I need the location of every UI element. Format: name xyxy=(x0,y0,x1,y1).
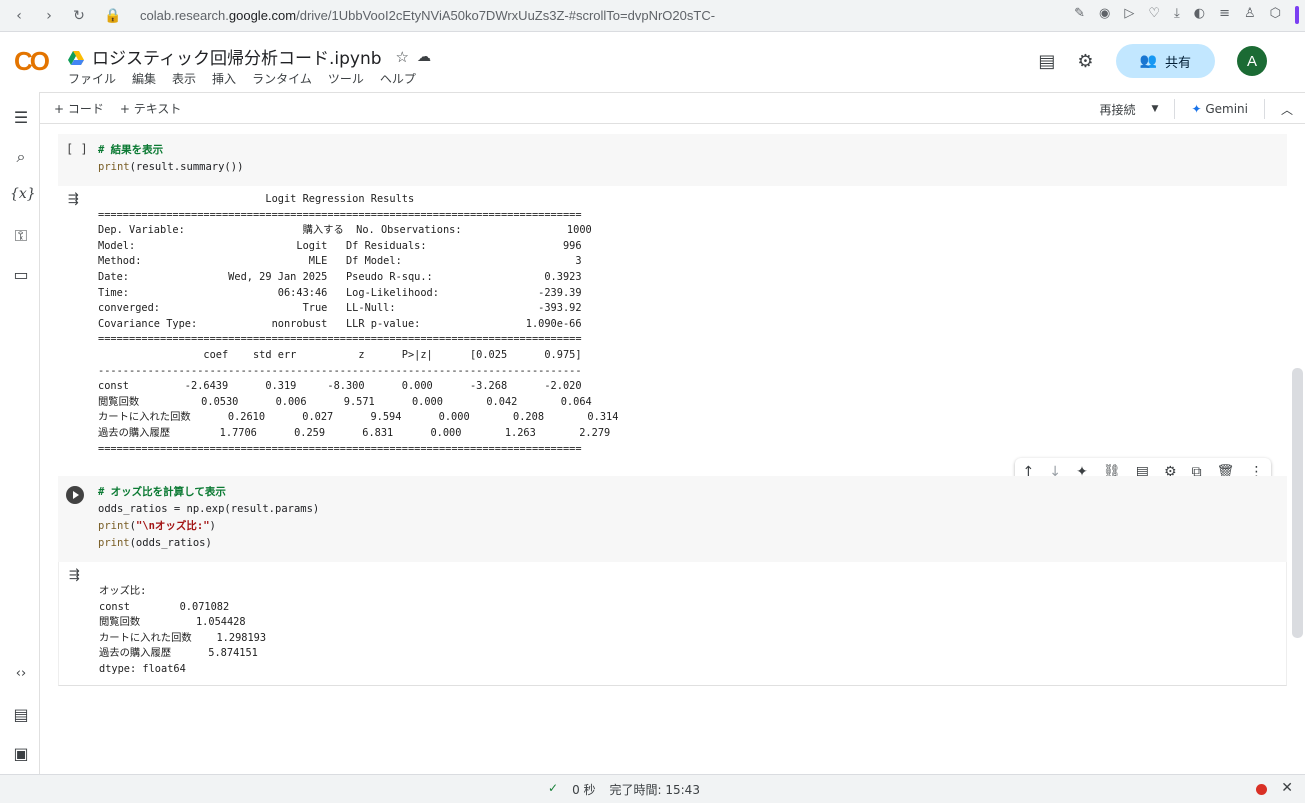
code-args: (odds_ratios) xyxy=(129,537,212,549)
code-editor[interactable]: # オッズ比を計算して表示 odds_ratios = np.exp(resul… xyxy=(98,484,319,552)
run-cell-button[interactable]: [ ] xyxy=(66,142,88,156)
back-icon[interactable]: ‹ xyxy=(8,8,30,24)
run-cell-button[interactable] xyxy=(66,486,84,504)
code-paren: ) xyxy=(209,520,216,532)
code-cell-2[interactable]: # オッズ比を計算して表示 odds_ratios = np.exp(resul… xyxy=(58,476,1287,562)
cloud-icon[interactable]: ☁ xyxy=(417,49,431,65)
code-fn: print xyxy=(98,537,130,549)
person-icon[interactable]: ♙ xyxy=(1244,6,1256,24)
heart-icon[interactable]: ♡ xyxy=(1148,6,1160,24)
menu-view[interactable]: 表示 xyxy=(172,70,196,87)
add-text-button[interactable]: + テキスト xyxy=(120,100,182,117)
gemini-label: Gemini xyxy=(1205,102,1248,116)
code-line: odds_ratios = np.exp(result.params) xyxy=(98,503,320,515)
command-palette-icon[interactable]: ▤ xyxy=(10,705,32,724)
comment-icon[interactable]: ▤ xyxy=(1038,51,1055,72)
list-icon[interactable]: ≡ xyxy=(1219,6,1230,24)
elapsed-time: 0 秒 xyxy=(572,783,596,797)
close-icon[interactable]: ✕ xyxy=(1281,780,1293,796)
settings-icon[interactable]: ⚙ xyxy=(1077,51,1093,72)
sparkle-icon: ✦ xyxy=(1191,102,1202,116)
forward-icon[interactable]: › xyxy=(38,8,60,24)
code-cell-1[interactable]: [ ] # 結果を表示 print(result.summary()) xyxy=(58,134,1287,186)
url-path: /drive/1UbbVooI2cEtyNViA50ko7DWrxUuZs3Z-… xyxy=(296,8,716,23)
code-string: "\nオッズ比:" xyxy=(135,520,210,532)
notebook-toolbar: + コード + テキスト 再接続 ▼ ✦ Gemini ︿ xyxy=(40,92,1305,124)
logo-text: CO xyxy=(14,46,50,76)
output-menu-icon[interactable]: ⇶ xyxy=(68,192,79,207)
camera-icon[interactable]: ◉ xyxy=(1099,6,1110,24)
sidebar-indicator xyxy=(1295,6,1299,24)
toolbar-left: + コード + テキスト xyxy=(54,100,181,117)
terminal-icon[interactable]: ▣ xyxy=(10,744,32,763)
colab-header: CO ロジスティック回帰分析コード.ipynb ☆ ☁ ファイル 編集 表示 挿… xyxy=(0,32,1305,92)
folder-icon[interactable]: ▭ xyxy=(10,265,32,284)
chevron-up-icon[interactable]: ︿ xyxy=(1281,101,1293,118)
code-line: print(odds_ratios) xyxy=(98,535,319,552)
output-area: ⇶ オッズ比: const 0.071082 閲覧回数 1.054428 カート… xyxy=(58,562,1287,686)
menu-tools[interactable]: ツール xyxy=(328,70,364,87)
execution-status: ✓ 0 秒 完了時間: 15:43 xyxy=(548,781,700,798)
variables-icon[interactable]: {x} xyxy=(10,186,36,202)
add-code-button[interactable]: + コード xyxy=(54,100,104,117)
toolbar-right: 再接続 ▼ ✦ Gemini ︿ xyxy=(1100,99,1293,119)
download-icon[interactable]: ⤓ xyxy=(1174,6,1180,24)
address-bar[interactable]: colab.research.google.com/drive/1UbbVooI… xyxy=(140,8,715,23)
share-button[interactable]: 👥 共有 xyxy=(1115,44,1215,78)
share-label: 共有 xyxy=(1164,55,1191,71)
reconnect-button[interactable]: 再接続 xyxy=(1100,101,1136,118)
colab-logo[interactable]: CO xyxy=(14,46,50,77)
cube-icon[interactable]: ⬡ xyxy=(1270,6,1281,24)
drive-icon[interactable] xyxy=(68,50,84,65)
output-menu-icon[interactable]: ⇶ xyxy=(69,568,80,583)
menu-edit[interactable]: 編集 xyxy=(132,70,156,87)
menu-file[interactable]: ファイル xyxy=(68,70,116,87)
scrollbar[interactable] xyxy=(1292,368,1303,638)
code-line: print("\nオッズ比:") xyxy=(98,518,319,535)
status-bar: ✓ 0 秒 完了時間: 15:43 ✕ xyxy=(0,774,1305,803)
toolbar-divider xyxy=(1263,99,1265,119)
gemini-button[interactable]: ✦ Gemini xyxy=(1191,102,1248,116)
code-fn: print xyxy=(98,520,130,532)
output-text: Logit Regression Results ===============… xyxy=(98,193,619,455)
notebook-title[interactable]: ロジスティック回帰分析コード.ipynb xyxy=(92,44,382,69)
browser-actions: ✎ ◉ ▷ ♡ ⤓ ◐ ≡ ♙ ⬡ xyxy=(1074,6,1299,24)
menu-insert[interactable]: 挿入 xyxy=(212,70,236,87)
reload-icon[interactable]: ↻ xyxy=(68,8,90,24)
toolbar-divider xyxy=(1174,99,1176,119)
code-comment: # 結果を表示 xyxy=(98,144,164,156)
menu-runtime[interactable]: ランタイム xyxy=(252,70,312,87)
url-prefix: colab.research. xyxy=(140,8,229,23)
check-icon: ✓ xyxy=(548,781,559,795)
code-args: (result.summary()) xyxy=(129,161,244,173)
avatar[interactable]: A xyxy=(1237,46,1267,76)
menu-help[interactable]: ヘルプ xyxy=(380,70,416,87)
star-icon[interactable]: ☆ xyxy=(396,48,409,66)
code-fn: print xyxy=(98,161,130,173)
toc-icon[interactable]: ☰ xyxy=(10,108,32,127)
code-line: print(result.summary()) xyxy=(98,159,243,176)
browser-toolbar: ‹ › ↻ 🔒 colab.research.google.com/drive/… xyxy=(0,0,1305,32)
site-info-icon[interactable]: 🔒 xyxy=(102,8,124,24)
menu-bar: ファイル 編集 表示 挿入 ランタイム ツール ヘルプ xyxy=(68,70,416,87)
header-actions: ▤ ⚙ 👥 共有 A xyxy=(1038,44,1267,78)
edit-icon[interactable]: ✎ xyxy=(1074,6,1085,24)
completed-time: 完了時間: 15:43 xyxy=(609,783,700,797)
url-domain: google.com xyxy=(228,8,297,23)
key-icon[interactable]: ⚿ xyxy=(10,226,32,246)
play-icon[interactable]: ▷ xyxy=(1124,6,1134,24)
code-snippets-icon[interactable]: ‹› xyxy=(10,666,32,681)
output-text: オッズ比: const 0.071082 閲覧回数 1.054428 カートに入… xyxy=(99,585,267,675)
title-row: ロジスティック回帰分析コード.ipynb ☆ ☁ xyxy=(68,44,431,69)
search-icon[interactable]: ⌕ xyxy=(10,147,32,167)
recording-indicator xyxy=(1256,784,1267,795)
people-icon: 👥 xyxy=(1139,53,1157,69)
code-editor[interactable]: # 結果を表示 print(result.summary()) xyxy=(98,142,243,176)
left-rail: ☰ ⌕ {x} ⚿ ▭ ‹› ▤ ▣ xyxy=(0,92,40,774)
chevron-down-icon[interactable]: ▼ xyxy=(1152,104,1159,114)
code-comment: # オッズ比を計算して表示 xyxy=(98,486,226,498)
toggle-icon[interactable]: ◐ xyxy=(1194,6,1205,24)
notebook-main: [ ] # 結果を表示 print(result.summary()) ⇶ Lo… xyxy=(40,124,1305,774)
